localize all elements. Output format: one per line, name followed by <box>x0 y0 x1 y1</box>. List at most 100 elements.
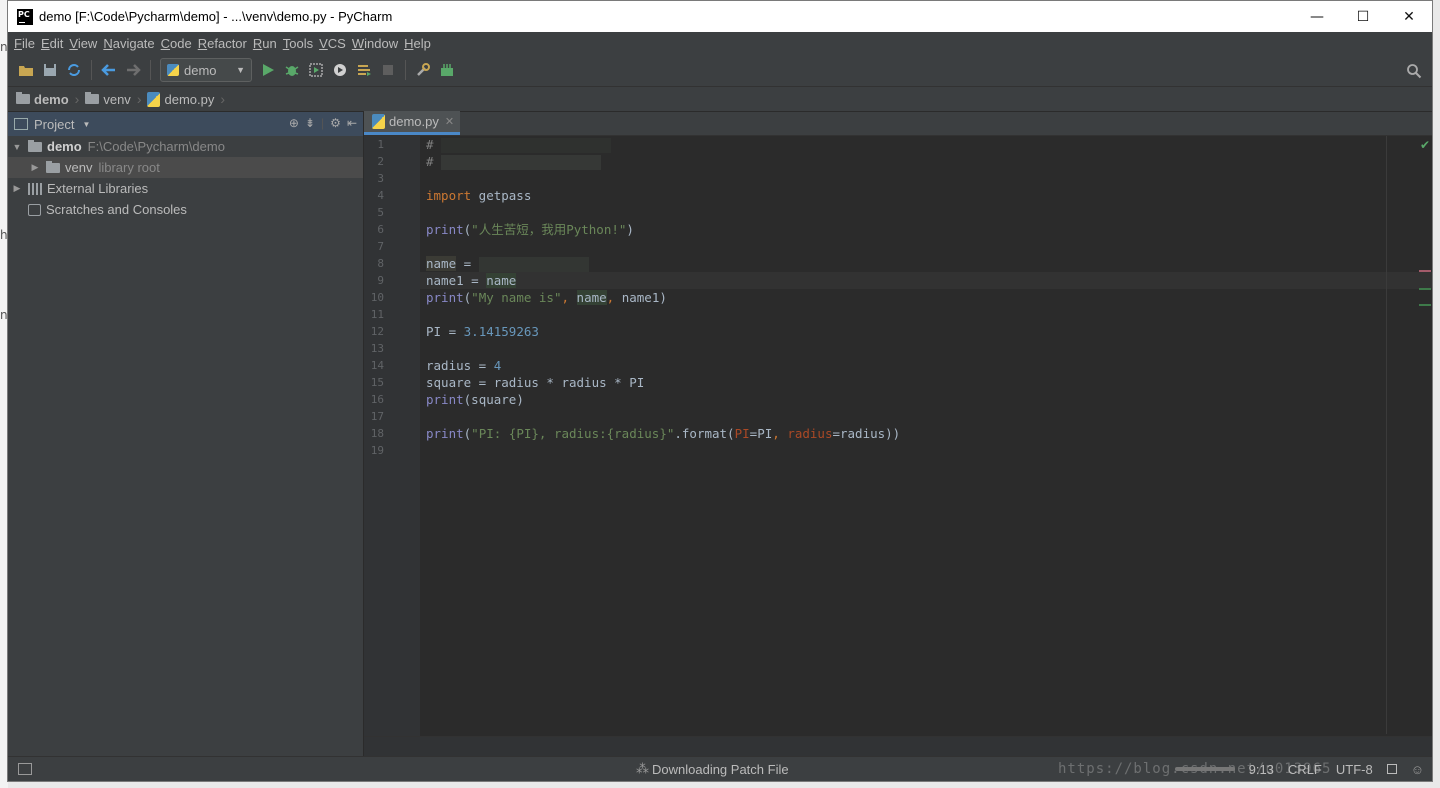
close-button[interactable]: ✕ <box>1386 1 1432 32</box>
line-separator[interactable]: CRLF <box>1288 762 1322 777</box>
code-line-12: PI = 3.14159263 <box>426 324 539 339</box>
tree-item-venv[interactable]: ▶ venv library root <box>8 157 363 178</box>
tree-item-demo[interactable]: ▼ demo F:\Code\Pycharm\demo <box>8 136 363 157</box>
forward-icon[interactable] <box>122 59 144 81</box>
menu-file[interactable]: File <box>14 36 41 51</box>
locate-file-icon[interactable]: ⊕ <box>289 116 299 130</box>
close-tab-icon[interactable]: ✕ <box>445 115 454 128</box>
menu-view[interactable]: View <box>69 36 103 51</box>
lock-icon[interactable] <box>1386 764 1397 774</box>
menu-run[interactable]: Run <box>253 36 283 51</box>
concurrency-diagram-icon[interactable] <box>353 59 375 81</box>
project-structure-icon[interactable] <box>412 59 434 81</box>
sdk-manager-icon[interactable] <box>436 59 458 81</box>
breadcrumb-venv[interactable]: venv <box>85 92 136 107</box>
run-configuration-dropdown[interactable]: demo ▼ <box>160 58 252 82</box>
tab-label: demo.py <box>389 114 439 129</box>
code-line-9: name1 = name <box>426 273 517 288</box>
breadcrumb-label: venv <box>103 91 131 107</box>
hector-icon[interactable]: ☺ <box>1411 762 1424 777</box>
caret-position[interactable]: 9:13 <box>1249 762 1274 777</box>
tool-windows-toggle-icon[interactable] <box>18 763 32 775</box>
maximize-button[interactable]: ☐ <box>1340 1 1386 32</box>
line-number: 15 <box>370 376 384 389</box>
collapsed-arrow-icon[interactable]: ▶ <box>12 183 22 194</box>
line-number: 12 <box>370 325 384 338</box>
breadcrumb-label: demo.py <box>164 91 215 107</box>
scratches-icon <box>28 203 41 216</box>
menu-navigate[interactable]: Navigate <box>103 36 160 51</box>
tree-item-label: venv <box>65 160 93 175</box>
run-icon[interactable] <box>257 59 279 81</box>
editor-bottom-strip <box>364 736 1432 758</box>
tab-demo-py[interactable]: demo.py ✕ <box>364 111 461 135</box>
menu-refactor[interactable]: Refactor <box>198 36 253 51</box>
run-with-coverage-icon[interactable] <box>305 59 327 81</box>
line-number: 2 <box>377 155 384 168</box>
error-stripe[interactable]: ✔ <box>1418 136 1432 758</box>
tree-item-scratches[interactable]: Scratches and Consoles <box>8 199 363 220</box>
code-line-18: print("PI: {PI}, radius:{radius}".format… <box>426 426 901 441</box>
menu-vcs[interactable]: VCS <box>319 36 352 51</box>
tree-item-label: External Libraries <box>47 181 149 196</box>
breadcrumb-demo[interactable]: demo <box>16 92 75 107</box>
pycharm-app-icon: PC <box>17 8 33 25</box>
file-encoding[interactable]: UTF-8 <box>1336 762 1373 777</box>
code-line-14: radius = 4 <box>426 358 502 373</box>
main-toolbar: demo ▼ <box>8 54 1432 87</box>
folder-icon <box>16 92 30 104</box>
expanded-arrow-icon[interactable]: ▼ <box>12 142 22 152</box>
background-task[interactable]: ⁂ Downloading Patch File <box>636 761 789 777</box>
window-title: demo [F:\Code\Pycharm\demo] - ...\venv\d… <box>39 9 393 24</box>
hide-panel-icon[interactable]: ⇤ <box>347 116 357 130</box>
project-panel: Project ▼ ⊕ ⇟ | ⚙ ⇤ ▼ demo F:\Code\Pycha… <box>8 112 364 758</box>
line-number: 4 <box>377 189 384 202</box>
project-panel-tools: ⊕ ⇟ | ⚙ ⇤ <box>289 116 357 130</box>
project-view-icon <box>14 118 28 130</box>
change-marker <box>1419 270 1431 272</box>
minimize-button[interactable]: — <box>1294 1 1340 32</box>
code-line-6: print("人生苦短，我用Python!") <box>426 222 634 237</box>
gear-icon[interactable]: ⚙ <box>330 116 341 130</box>
save-all-icon[interactable] <box>39 59 61 81</box>
menu-tools[interactable]: Tools <box>283 36 319 51</box>
breadcrumb-separator-icon: › <box>136 91 142 107</box>
debug-icon[interactable] <box>281 59 303 81</box>
back-icon[interactable] <box>98 59 120 81</box>
menu-window[interactable]: Window <box>352 36 404 51</box>
toolbar-separator <box>405 60 406 80</box>
breadcrumb-label: demo <box>34 91 69 107</box>
code-line-4: import getpass <box>426 188 532 203</box>
run-config-label: demo <box>184 62 217 78</box>
line-number: 9 <box>377 274 384 287</box>
change-marker <box>1419 288 1431 290</box>
stop-icon[interactable] <box>377 59 399 81</box>
line-number: 1 <box>377 138 384 151</box>
pycharm-window: PC demo [F:\Code\Pycharm\demo] - ...\ven… <box>7 0 1433 782</box>
menu-edit[interactable]: Edit <box>41 36 69 51</box>
tree-item-label: Scratches and Consoles <box>46 202 187 217</box>
breadcrumb-separator-icon: › <box>220 91 226 107</box>
line-number: 10 <box>370 291 384 304</box>
open-folder-icon[interactable] <box>15 59 37 81</box>
collapse-all-icon[interactable]: ⇟ <box>305 116 315 130</box>
chevron-down-icon[interactable]: ▼ <box>82 120 90 129</box>
search-everywhere-icon[interactable] <box>1403 60 1425 82</box>
synchronize-icon[interactable] <box>63 59 85 81</box>
toolbar-separator <box>150 60 151 80</box>
folder-icon <box>46 160 60 173</box>
project-view-selector[interactable]: Project <box>34 117 74 132</box>
collapsed-arrow-icon[interactable]: ▶ <box>30 162 40 173</box>
profile-icon[interactable] <box>329 59 351 81</box>
python-icon <box>167 64 179 76</box>
breadcrumb-demo-py[interactable]: demo.py <box>147 91 220 107</box>
folder-icon <box>28 139 42 152</box>
breadcrumb-separator-icon: › <box>74 91 80 107</box>
menu-code[interactable]: Code <box>161 36 198 51</box>
tools-separator: | <box>321 116 325 130</box>
code-editor[interactable]: 1 2 3 4 5 6 7 8 9 10 11 12 13 14 15 16 1… <box>364 136 1432 758</box>
tree-item-external-libraries[interactable]: ▶ External Libraries <box>8 178 363 199</box>
right-margin-guide <box>1386 136 1387 734</box>
menu-help[interactable]: Help <box>404 36 437 51</box>
line-number: 17 <box>370 410 384 423</box>
